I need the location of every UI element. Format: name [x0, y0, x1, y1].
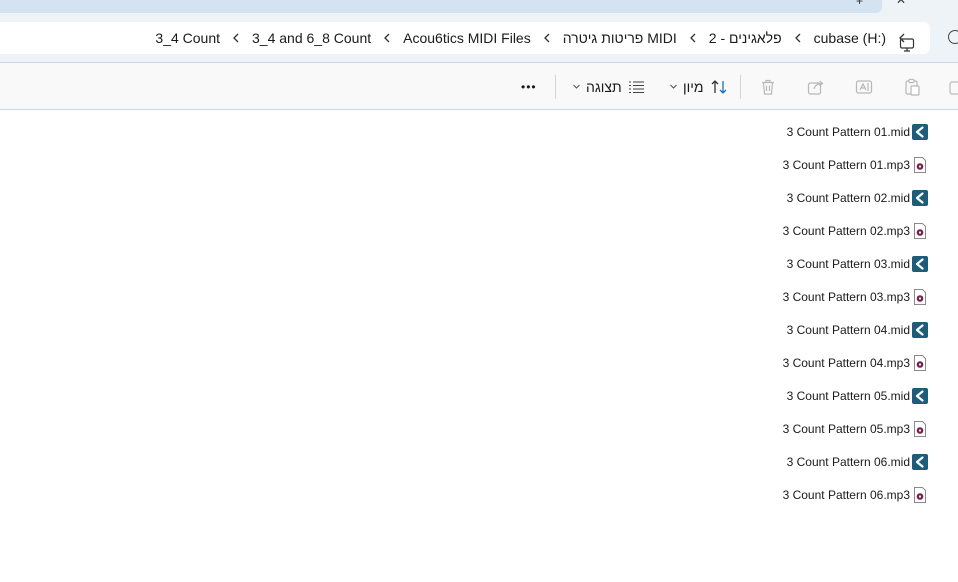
share-button[interactable]	[807, 63, 825, 110]
close-icon[interactable]: ✕	[896, 0, 906, 7]
breadcrumb-item-drive[interactable]: cubase (H:)	[804, 30, 896, 46]
sort-arrows-icon	[711, 79, 726, 94]
list-item[interactable]: 3 Count Pattern 02.mid	[787, 181, 928, 214]
breadcrumb-item-34-68[interactable]: 3_4 and 6_8 Count	[242, 30, 381, 46]
breadcrumb-item-plugins[interactable]: 2 - פלאגינים	[699, 30, 792, 46]
more-icon: •••	[521, 79, 537, 94]
file-name: 3 Count Pattern 05.mid	[786, 388, 910, 403]
address-bar-row: cubase (H:) 2 - פלאגינים פריטות גיטרה MI…	[0, 14, 958, 62]
file-name: 3 Count Pattern 01.mid	[786, 124, 910, 139]
list-item[interactable]: 3 Count Pattern 06.mid	[787, 445, 928, 478]
tab-current-folder[interactable]	[0, 0, 882, 13]
more-options-button[interactable]: •••	[521, 63, 537, 110]
list-item[interactable]: 3 Count Pattern 04.mp3	[783, 346, 928, 379]
chevron-left-icon[interactable]	[381, 22, 393, 54]
file-name: 3 Count Pattern 05.mp3	[782, 421, 910, 436]
command-bar: מיון תצוגה •••	[0, 62, 958, 110]
cubase-midi-file-icon	[912, 387, 928, 404]
clipboard-icon	[905, 78, 920, 96]
chevron-left-icon[interactable]	[541, 22, 553, 54]
file-name: 3 Count Pattern 02.mp3	[782, 223, 910, 238]
audio-file-icon	[912, 420, 928, 437]
paste-cut-button[interactable]	[948, 63, 958, 110]
file-name: 3 Count Pattern 01.mp3	[782, 157, 910, 172]
list-item[interactable]: 3 Count Pattern 02.mp3	[783, 214, 928, 247]
cubase-midi-file-icon	[912, 123, 928, 140]
sort-label: מיון	[683, 78, 704, 95]
title-bar: + ✕	[0, 0, 958, 14]
breadcrumb-item-acoustics[interactable]: Acou6tics MIDI Files	[393, 30, 541, 46]
file-name: 3 Count Pattern 02.mid	[786, 190, 910, 205]
file-name: 3 Count Pattern 03.mid	[786, 256, 910, 271]
list-item[interactable]: 3 Count Pattern 01.mid	[787, 115, 928, 148]
file-name: 3 Count Pattern 03.mp3	[782, 289, 910, 304]
trash-icon	[762, 79, 774, 95]
list-item[interactable]: 3 Count Pattern 06.mp3	[783, 478, 928, 511]
list-item[interactable]: 3 Count Pattern 04.mid	[787, 313, 928, 346]
view-label: תצוגה	[586, 78, 622, 95]
sort-button[interactable]: מיון	[669, 63, 728, 110]
file-name: 3 Count Pattern 04.mid	[786, 322, 910, 337]
chevron-down-icon	[573, 84, 580, 89]
toolbar-divider	[555, 75, 556, 99]
chevron-left-icon[interactable]	[792, 22, 804, 54]
cubase-midi-file-icon	[912, 321, 928, 338]
audio-file-icon	[912, 222, 928, 239]
chevron-down-icon	[670, 84, 677, 89]
rename-button[interactable]	[855, 63, 873, 110]
share-icon	[807, 80, 824, 95]
list-view-icon	[628, 80, 644, 93]
file-name: 3 Count Pattern 06.mid	[786, 454, 910, 469]
breadcrumb-item-current[interactable]: 3_4 Count	[145, 30, 230, 46]
view-button[interactable]: תצוגה	[572, 63, 645, 110]
breadcrumb: cubase (H:) 2 - פלאגינים פריטות גיטרה MI…	[145, 22, 908, 54]
cubase-midi-file-icon	[912, 255, 928, 272]
list-item[interactable]: 3 Count Pattern 05.mp3	[783, 412, 928, 445]
list-item[interactable]: 3 Count Pattern 01.mp3	[783, 148, 928, 181]
list-item[interactable]: 3 Count Pattern 03.mid	[787, 247, 928, 280]
search-icon[interactable]	[948, 30, 958, 44]
list-item[interactable]: 3 Count Pattern 03.mp3	[783, 280, 928, 313]
toolbar-divider	[740, 75, 741, 99]
list-item[interactable]: 3 Count Pattern 05.mid	[787, 379, 928, 412]
audio-file-icon	[912, 354, 928, 371]
file-name: 3 Count Pattern 04.mp3	[782, 355, 910, 370]
file-name: 3 Count Pattern 06.mp3	[782, 487, 910, 502]
audio-file-icon	[912, 486, 928, 503]
chevron-left-icon[interactable]	[230, 22, 242, 54]
address-bar[interactable]: cubase (H:) 2 - פלאגינים פריטות גיטרה MI…	[0, 22, 930, 54]
cubase-midi-file-icon	[912, 189, 928, 206]
audio-file-icon	[912, 288, 928, 305]
chevron-left-icon[interactable]	[687, 22, 699, 54]
audio-file-icon	[912, 156, 928, 173]
paste-button[interactable]	[903, 63, 921, 110]
delete-button[interactable]	[759, 63, 777, 110]
cubase-midi-file-icon	[912, 453, 928, 470]
new-tab-icon[interactable]: +	[856, 0, 863, 8]
monitor-icon[interactable]	[899, 37, 915, 58]
rename-icon	[855, 79, 873, 94]
breadcrumb-item-guitar-midi[interactable]: פריטות גיטרה MIDI	[553, 30, 687, 46]
